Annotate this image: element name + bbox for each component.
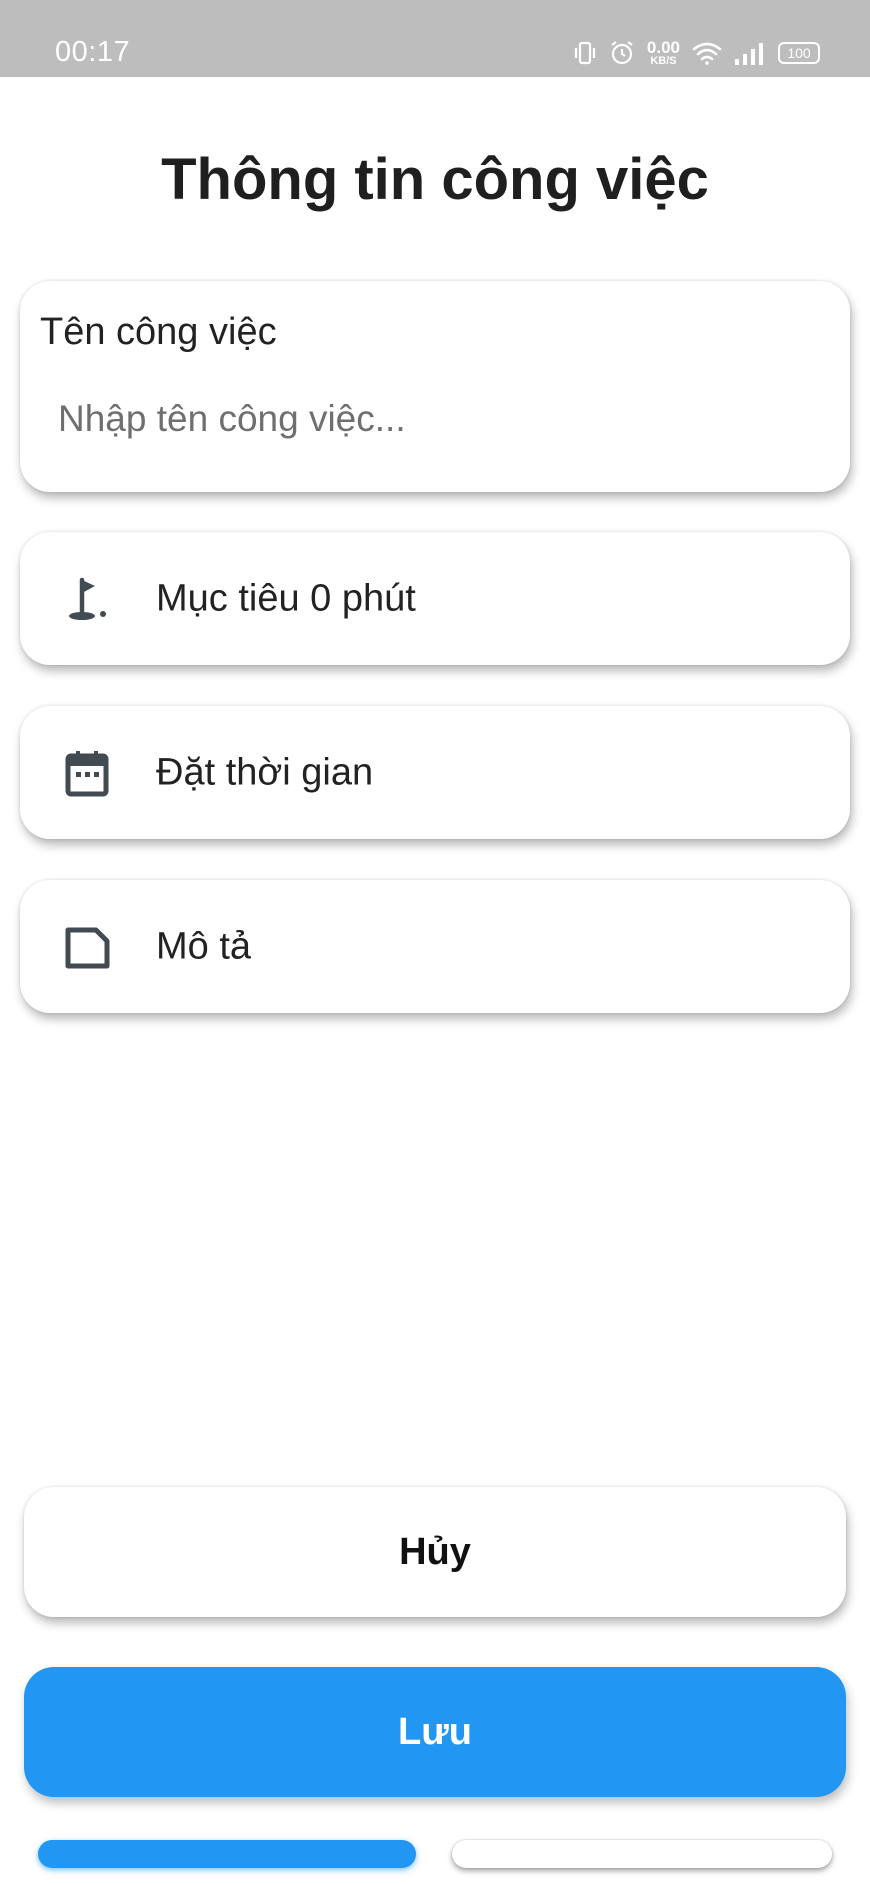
battery-level: 100 bbox=[787, 45, 811, 61]
set-time-label: Đặt thời gian bbox=[156, 751, 374, 793]
set-time-row[interactable]: Đặt thời gian bbox=[20, 706, 850, 839]
signal-icon bbox=[734, 40, 766, 66]
network-speed-unit: KB/S bbox=[650, 55, 677, 67]
task-name-label: Tên công việc bbox=[40, 311, 277, 353]
bottom-indicator-right[interactable] bbox=[452, 1840, 832, 1868]
goal-row[interactable]: Mục tiêu 0 phút bbox=[20, 532, 850, 665]
task-name-input[interactable] bbox=[58, 391, 818, 447]
status-icons: 0.00 KB/S 100 bbox=[573, 38, 820, 68]
cancel-button[interactable]: Hủy bbox=[24, 1487, 846, 1617]
vibrate-icon bbox=[573, 40, 597, 66]
golf-flag-icon bbox=[69, 577, 106, 620]
calendar-icon bbox=[65, 750, 109, 796]
goal-label: Mục tiêu 0 phút bbox=[156, 577, 416, 619]
network-speed: 0.00 KB/S bbox=[647, 39, 680, 67]
alarm-icon bbox=[609, 40, 635, 66]
note-icon bbox=[65, 927, 110, 968]
task-name-card: Tên công việc bbox=[20, 281, 850, 492]
description-label: Mô tả bbox=[156, 925, 252, 967]
wifi-icon bbox=[692, 40, 722, 66]
bottom-indicator-left[interactable] bbox=[38, 1840, 416, 1868]
status-bar: 00:17 0.00 KB/S 100 bbox=[0, 0, 870, 77]
description-row[interactable]: Mô tả bbox=[20, 880, 850, 1013]
save-button[interactable]: Lưu bbox=[24, 1667, 846, 1797]
battery-icon: 100 bbox=[778, 42, 820, 64]
network-speed-value: 0.00 bbox=[646, 38, 680, 57]
page-title: Thông tin công việc bbox=[161, 147, 709, 212]
status-time: 00:17 bbox=[55, 36, 131, 68]
